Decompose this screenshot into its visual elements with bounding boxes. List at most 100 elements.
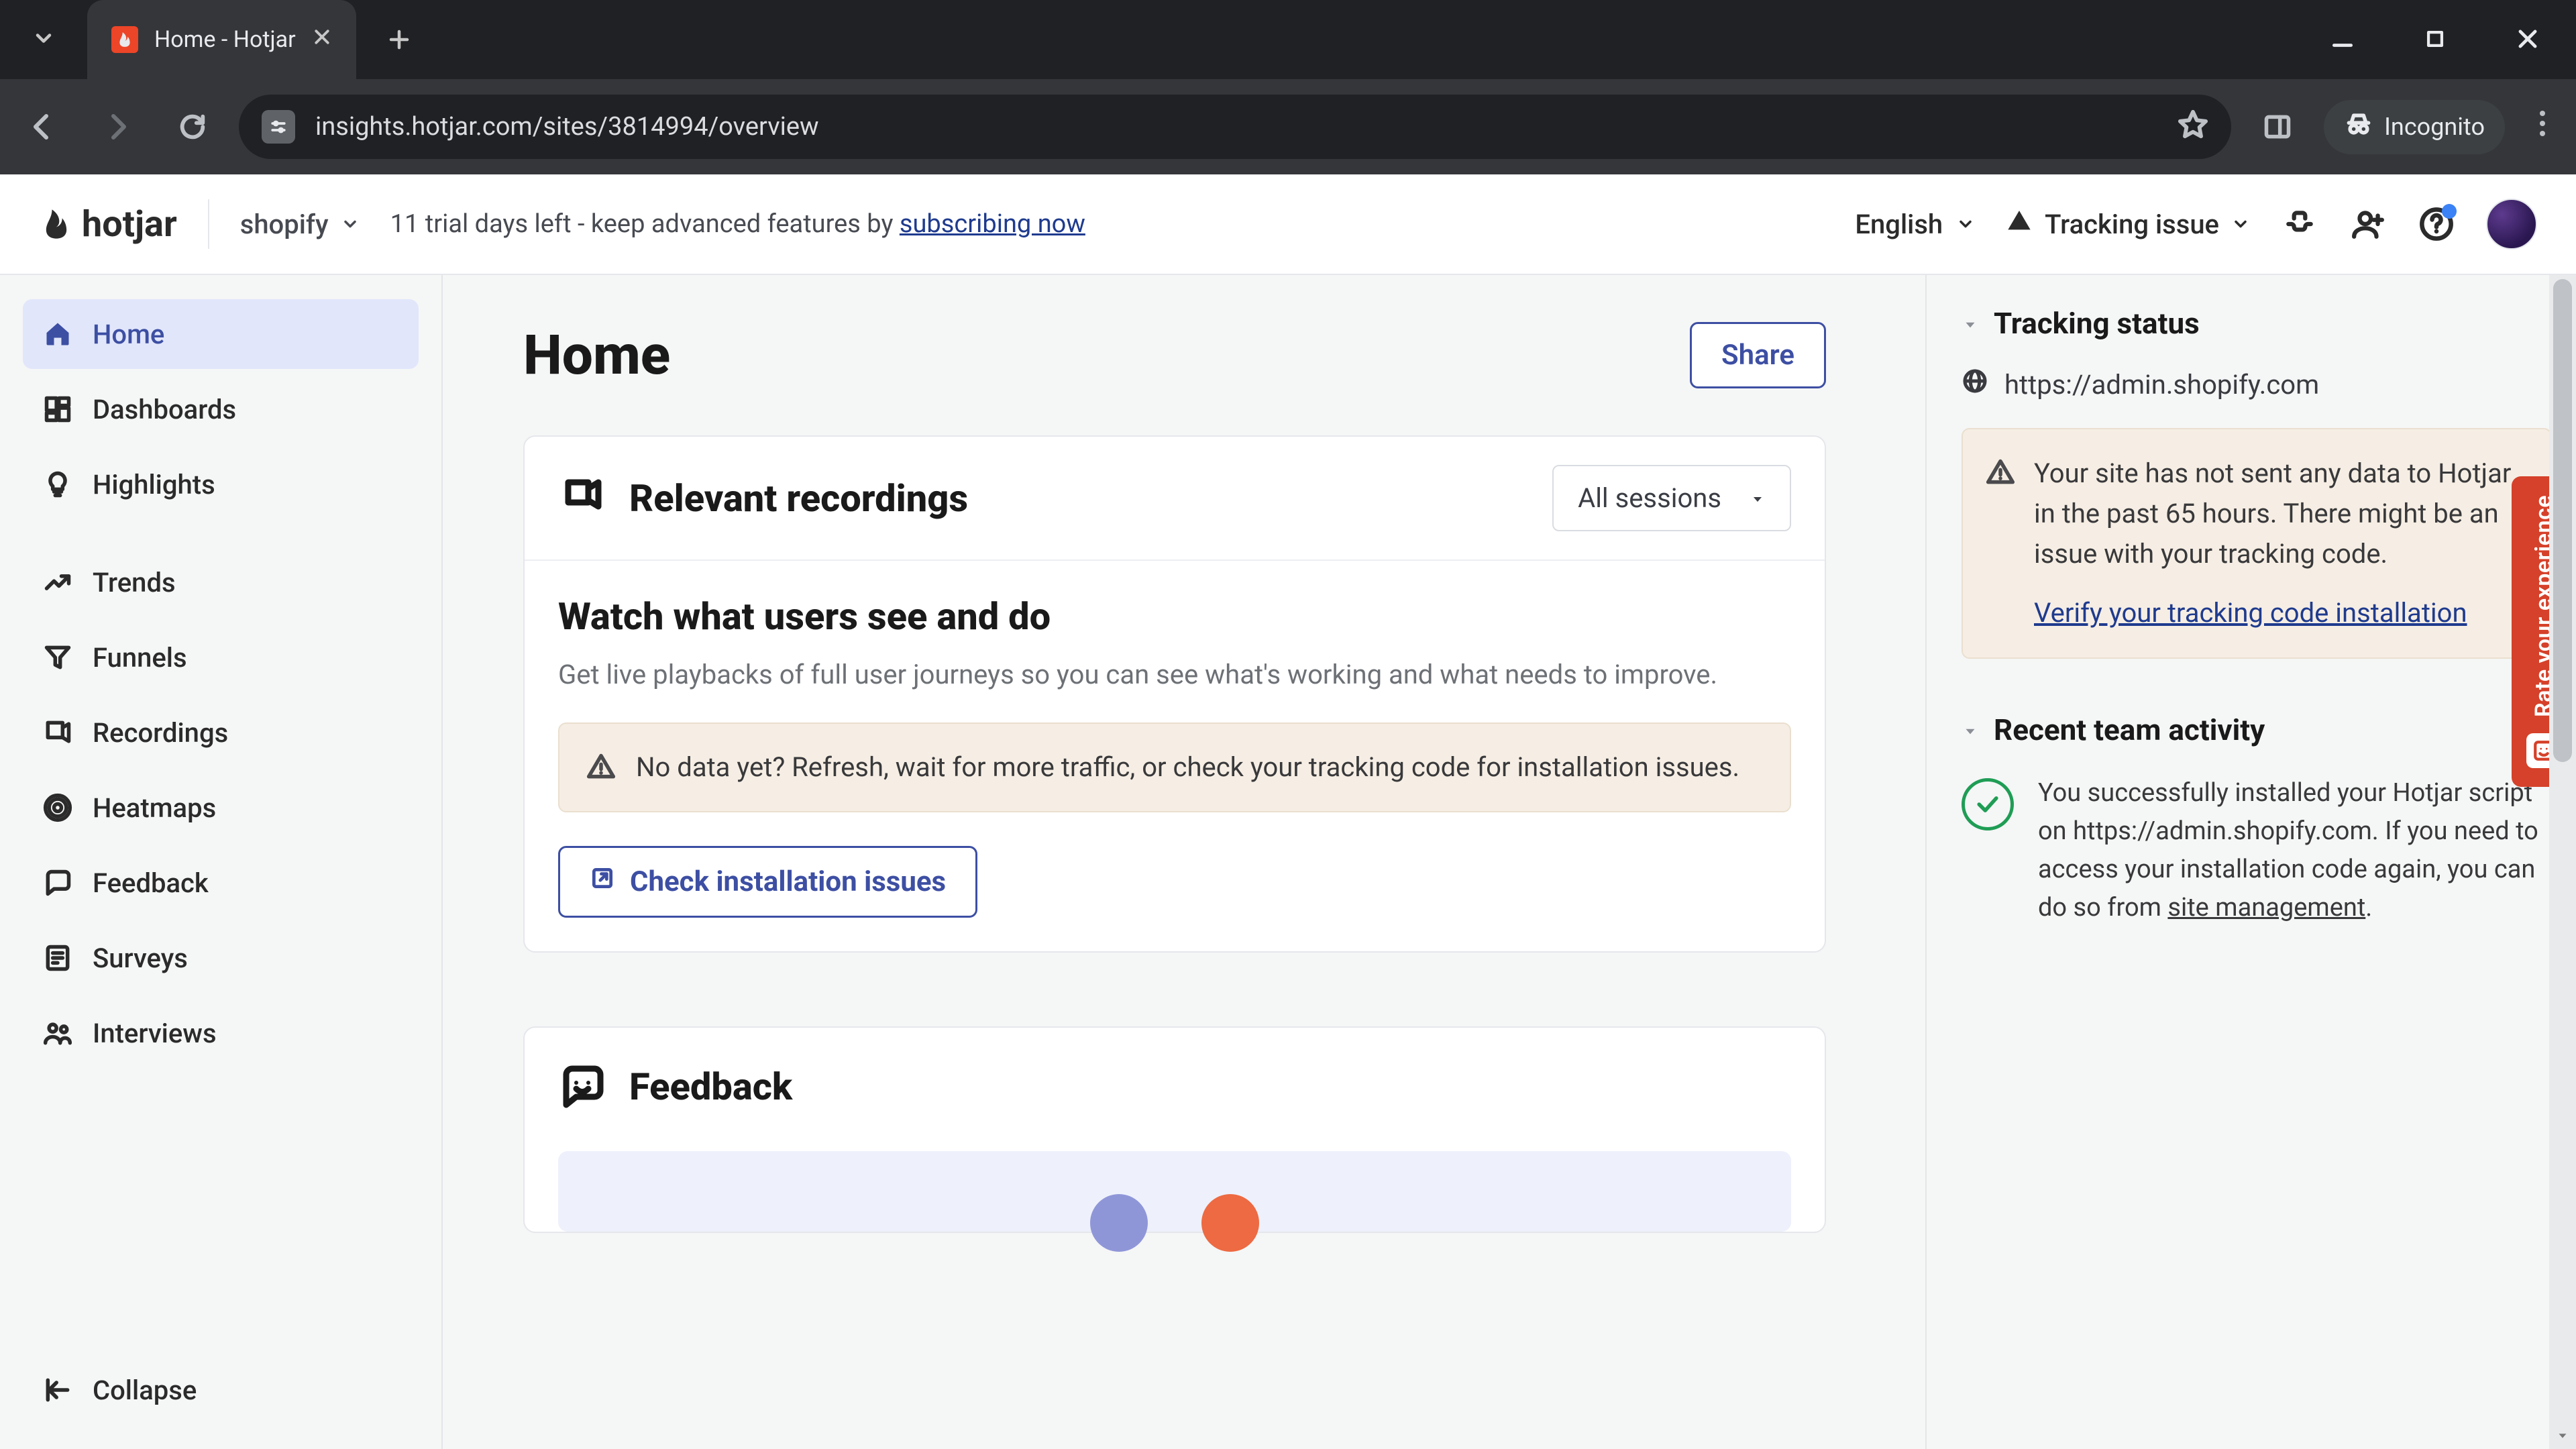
tracking-status-header[interactable]: Tracking status — [1962, 306, 2552, 341]
recordings-card: Relevant recordings All sessions Watch w… — [523, 435, 1826, 953]
heatmap-icon — [43, 793, 72, 822]
help-icon[interactable] — [2418, 205, 2455, 243]
feedback-card-icon — [558, 1063, 606, 1111]
hotjar-favicon-icon — [111, 26, 138, 53]
subscribe-link[interactable]: subscribing now — [900, 209, 1085, 239]
activity-item: You successfully installed your Hotjar s… — [1962, 774, 2552, 927]
hotjar-logo[interactable]: hotjar — [39, 203, 177, 246]
tracking-issue-label: Tracking issue — [2045, 209, 2219, 240]
caret-down-icon — [1750, 482, 1766, 514]
site-info-icon[interactable] — [262, 110, 295, 144]
recordings-card-title-text: Relevant recordings — [629, 476, 968, 521]
side-panel-button[interactable] — [2249, 98, 2306, 156]
sidebar-item-label: Funnels — [93, 642, 187, 674]
activity-text-suffix: . — [2365, 893, 2372, 922]
recent-activity-title: Recent team activity — [1994, 712, 2265, 747]
page-title: Home — [523, 323, 670, 388]
browser-tab[interactable]: Home - Hotjar — [87, 0, 356, 79]
browser-menu-button[interactable] — [2522, 109, 2563, 144]
sidebar-item-dashboards[interactable]: Dashboards — [23, 374, 419, 444]
user-avatar[interactable] — [2486, 199, 2537, 250]
nav-forward-button[interactable] — [89, 98, 146, 156]
trial-banner: 11 trial days left - keep advanced featu… — [390, 209, 1085, 239]
site-management-link[interactable]: site management — [2167, 893, 2365, 922]
language-switcher[interactable]: English — [1855, 209, 1975, 240]
chevron-down-icon — [341, 209, 360, 240]
feedback-illustration — [558, 1151, 1791, 1232]
window-controls — [2326, 0, 2576, 55]
scroll-down-icon[interactable] — [2549, 1422, 2576, 1449]
tab-close-icon[interactable] — [312, 26, 332, 53]
nav-back-button[interactable] — [13, 98, 71, 156]
interviews-icon — [43, 1018, 72, 1048]
dashboard-icon — [43, 394, 72, 424]
main-area: Home Share Relevant recordings — [443, 275, 2576, 1449]
caret-down-icon — [1962, 712, 1979, 747]
nav-reload-button[interactable] — [164, 98, 221, 156]
browser-tab-title: Home - Hotjar — [154, 26, 296, 53]
sidebar-item-recordings[interactable]: Recordings — [23, 698, 419, 767]
sidebar-item-feedback[interactable]: Feedback — [23, 848, 419, 918]
recent-activity-header[interactable]: Recent team activity — [1962, 712, 2552, 747]
scrollbar-thumb[interactable] — [2553, 279, 2572, 762]
sidebar-item-highlights[interactable]: Highlights — [23, 449, 419, 519]
feedback-card-title-text: Feedback — [629, 1065, 792, 1109]
no-data-alert: No data yet? Refresh, wait for more traf… — [558, 722, 1791, 812]
verify-tracking-link[interactable]: Verify your tracking code installation — [2034, 593, 2467, 633]
sidebar-item-home[interactable]: Home — [23, 299, 419, 369]
bookmark-star-icon[interactable] — [2178, 108, 2208, 146]
sidebar-item-label: Dashboards — [93, 394, 236, 425]
invite-user-icon[interactable] — [2349, 205, 2387, 243]
tracked-site-url-text: https://admin.shopify.com — [2004, 369, 2319, 400]
incognito-indicator[interactable]: Incognito — [2324, 100, 2505, 154]
tracking-warning: Your site has not sent any data to Hotja… — [1962, 428, 2552, 659]
check-circle-icon — [1962, 778, 2014, 830]
recordings-subtitle: Watch what users see and do — [558, 594, 1791, 639]
sidebar-item-interviews[interactable]: Interviews — [23, 998, 419, 1068]
sidebar-item-surveys[interactable]: Surveys — [23, 923, 419, 993]
browser-toolbar: insights.hotjar.com/sites/3814994/overvi… — [0, 79, 2576, 174]
globe-icon — [1962, 368, 1988, 401]
address-bar[interactable]: insights.hotjar.com/sites/3814994/overvi… — [239, 95, 2231, 159]
sidebar-item-label: Highlights — [93, 469, 215, 500]
address-bar-url: insights.hotjar.com/sites/3814994/overvi… — [315, 112, 819, 142]
integrations-icon[interactable] — [2281, 205, 2318, 243]
window-maximize-button[interactable] — [2419, 23, 2451, 55]
hotjar-logo-text: hotjar — [82, 203, 177, 246]
sidebar-item-heatmaps[interactable]: Heatmaps — [23, 773, 419, 843]
language-label: English — [1855, 209, 1943, 240]
window-minimize-button[interactable] — [2326, 23, 2359, 55]
chevron-down-icon — [32, 26, 56, 53]
tracking-issue-dropdown[interactable]: Tracking issue — [2006, 207, 2250, 241]
org-switcher[interactable]: shopify — [240, 209, 360, 240]
sessions-select-value: All sessions — [1578, 482, 1721, 514]
tracking-status-title: Tracking status — [1994, 306, 2200, 341]
sidebar-collapse-button[interactable]: Collapse — [23, 1355, 419, 1425]
caret-down-icon — [1962, 306, 1979, 341]
trial-text: 11 trial days left - keep advanced featu… — [390, 209, 900, 239]
browser-tabbar: Home - Hotjar — [87, 0, 419, 79]
share-button[interactable]: Share — [1690, 322, 1826, 388]
recordings-icon — [43, 718, 72, 747]
avatar-bubble-icon — [1201, 1194, 1259, 1252]
window-close-button[interactable] — [2512, 23, 2544, 55]
recordings-card-title: Relevant recordings — [558, 474, 968, 523]
sidebar-collapse-label: Collapse — [93, 1375, 197, 1406]
vertical-scrollbar[interactable] — [2549, 275, 2576, 1449]
sidebar-item-label: Feedback — [93, 867, 209, 899]
surveys-icon — [43, 943, 72, 973]
notification-dot-icon — [2442, 204, 2457, 219]
feedback-card-title: Feedback — [558, 1063, 792, 1111]
sessions-select[interactable]: All sessions — [1552, 465, 1791, 531]
hotjar-flame-icon — [39, 207, 74, 241]
sidebar-item-trends[interactable]: Trends — [23, 547, 419, 617]
sidebar-item-label: Trends — [93, 567, 176, 598]
sidebar-item-label: Home — [93, 319, 164, 350]
sidebar: Home Dashboards Highlights Trends Funnel… — [0, 275, 443, 1449]
new-tab-button[interactable] — [379, 19, 419, 60]
header-divider — [208, 199, 209, 249]
sidebar-item-label: Interviews — [93, 1018, 217, 1049]
tab-search-button[interactable] — [0, 0, 87, 79]
check-installation-button[interactable]: Check installation issues — [558, 846, 977, 918]
sidebar-item-funnels[interactable]: Funnels — [23, 623, 419, 692]
